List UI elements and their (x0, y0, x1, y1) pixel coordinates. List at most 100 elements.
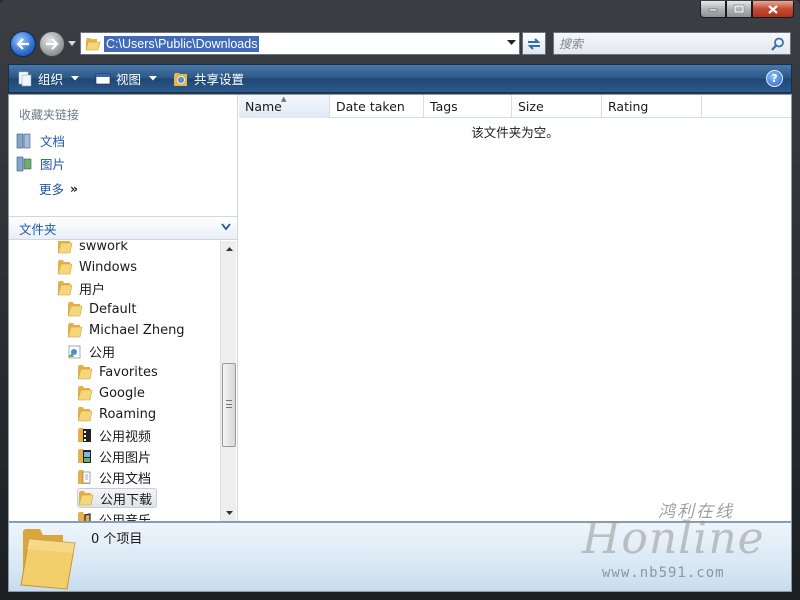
arrow-up-icon (225, 247, 233, 251)
organize-icon (18, 71, 32, 86)
close-button[interactable] (752, 1, 794, 18)
share-icon (174, 72, 188, 86)
music-folder-icon (78, 512, 91, 521)
tree-item[interactable]: 用户 (57, 278, 105, 298)
tree-item[interactable]: 公用音乐 (77, 509, 151, 521)
share-settings-button[interactable]: 共享设置 (165, 65, 252, 92)
column-header-date-taken[interactable]: Date taken (330, 95, 424, 118)
empty-folder-message: 该文件夹为空。 (471, 125, 559, 140)
double-chevron-icon: » (70, 181, 78, 196)
recent-pages-dropdown[interactable] (68, 40, 76, 48)
folder-icon (67, 302, 83, 317)
public-folder-icon (68, 345, 81, 359)
tree-item[interactable]: swwork (57, 241, 128, 256)
organize-button[interactable]: 组织 (9, 65, 87, 92)
details-pane: 0 个项目 (8, 522, 792, 592)
tree-item-label: Roaming (99, 406, 157, 422)
more-label: 更多 (39, 182, 65, 197)
help-icon[interactable]: ? (766, 70, 783, 87)
folder-icon (77, 407, 93, 422)
command-bar: 组织 视图 共享设置 ? (8, 64, 792, 93)
tree-item[interactable]: Roaming (77, 404, 156, 424)
tree-item[interactable]: 公用 (67, 341, 115, 361)
scroll-thumb[interactable] (222, 363, 236, 447)
tree-item-label: Michael Zheng (89, 322, 185, 338)
maximize-button[interactable] (726, 1, 752, 18)
minimize-button[interactable] (700, 1, 726, 18)
chevron-down-icon[interactable] (507, 40, 516, 46)
folder-icon (77, 365, 93, 380)
address-row: C:\Users\Public\Downloads 搜索 (0, 28, 800, 60)
chevron-down-icon (149, 76, 158, 81)
tree-item-selected[interactable]: 公用下载 (77, 488, 158, 508)
navigation-pane: 收藏夹链接 文档 图片 更多 » 文件夹 swwork Windows 用户 D… (9, 95, 238, 521)
scroll-up-button[interactable] (221, 241, 237, 257)
column-header-size[interactable]: Size (512, 95, 602, 118)
back-button[interactable] (10, 31, 36, 57)
favorite-link-pictures[interactable]: 图片 (15, 154, 65, 173)
views-button[interactable]: 视图 (87, 65, 165, 92)
pictures-icon (16, 156, 32, 171)
main-content: 收藏夹链接 文档 图片 更多 » 文件夹 swwork Windows 用户 D… (8, 94, 792, 522)
tree-scrollbar[interactable] (220, 241, 236, 521)
views-icon (95, 73, 111, 84)
tree-item-label: 公用视频 (99, 429, 152, 445)
caption-buttons (700, 1, 794, 18)
documents-folder-icon (78, 470, 91, 484)
refresh-icon (527, 37, 541, 50)
tree-item[interactable]: Default (67, 299, 137, 319)
column-header-rating[interactable]: Rating (602, 95, 702, 118)
documents-icon (16, 133, 31, 148)
organize-label: 组织 (38, 72, 64, 87)
chevron-down-icon[interactable] (221, 223, 231, 231)
address-bar[interactable]: C:\Users\Public\Downloads (80, 32, 520, 55)
minimize-icon (708, 8, 718, 12)
chevron-down-icon (71, 76, 80, 81)
folders-title: 文件夹 (19, 221, 57, 237)
sort-ascending-icon: ▲ (281, 95, 287, 103)
folder-icon (57, 281, 73, 296)
favorite-link-label: 图片 (40, 157, 66, 172)
column-headers: ▲ Name Date taken Tags Size Rating (239, 95, 791, 118)
folder-icon (78, 491, 94, 506)
column-header-tags[interactable]: Tags (424, 95, 512, 118)
more-links-button[interactable]: 更多 » (39, 179, 78, 198)
tree-item[interactable]: 公用视频 (77, 425, 151, 445)
refresh-button[interactable] (522, 32, 546, 55)
address-path[interactable]: C:\Users\Public\Downloads (104, 35, 260, 52)
views-label: 视图 (116, 72, 142, 87)
explorer-window: C:\Users\Public\Downloads 搜索 组织 视图 共享设置 … (0, 0, 800, 600)
tree-item-label: Favorites (99, 364, 158, 380)
close-icon (768, 4, 778, 14)
scroll-grip (226, 400, 232, 408)
item-count: 0 个项目 (91, 532, 143, 547)
search-icon[interactable] (771, 37, 785, 51)
forward-button[interactable] (39, 31, 65, 57)
arrow-right-icon (46, 38, 59, 50)
folder-icon (20, 529, 76, 590)
scroll-down-button[interactable] (221, 505, 237, 521)
tree-item[interactable]: Google (77, 383, 145, 403)
pictures-folder-icon (78, 449, 91, 463)
column-label: Date taken (336, 99, 405, 114)
tree-item-label: 公用图片 (99, 450, 152, 466)
column-label: Tags (430, 99, 458, 114)
tree-item[interactable]: 公用图片 (77, 446, 151, 466)
folders-header[interactable]: 文件夹 (9, 216, 237, 240)
file-list[interactable]: ▲ Name Date taken Tags Size Rating 该文件夹为… (239, 95, 791, 521)
tree-item[interactable]: 公用文档 (77, 467, 151, 487)
share-settings-label: 共享设置 (194, 72, 245, 87)
tree-item-label: swwork (79, 241, 128, 254)
tree-item[interactable]: Michael Zheng (67, 320, 185, 340)
folder-icon (67, 323, 83, 338)
search-input[interactable]: 搜索 (553, 32, 791, 55)
folder-icon (57, 241, 73, 254)
tree-item[interactable]: Favorites (77, 362, 158, 382)
favorite-link-label: 文档 (40, 134, 66, 149)
tree-item-label: 公用音乐 (99, 513, 152, 522)
favorite-link-documents[interactable]: 文档 (15, 131, 65, 150)
tree-item-label: Windows (79, 259, 138, 275)
column-header-name[interactable]: ▲ Name (239, 95, 330, 118)
tree-item[interactable]: Windows (57, 257, 137, 277)
folder-icon (57, 260, 73, 275)
